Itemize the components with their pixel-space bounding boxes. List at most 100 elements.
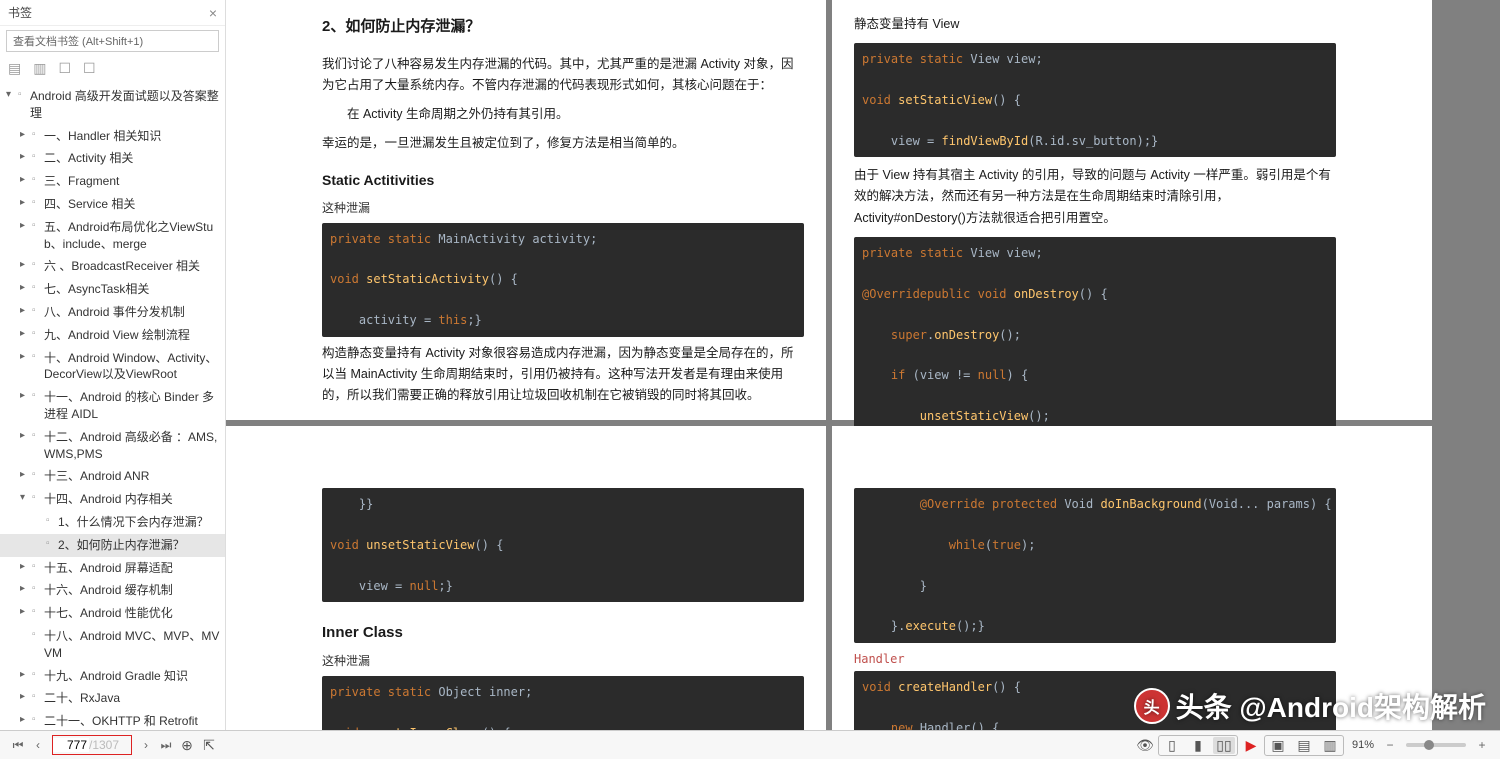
view-icon[interactable]: ▤	[8, 60, 21, 77]
bookmark-item[interactable]: ▸▫十二、Android 高级必备 ：AMS,WMS,PMS	[0, 426, 225, 466]
bookmark-item[interactable]: ▸▫九、Android View 绘制流程	[0, 324, 225, 347]
bookmark-item[interactable]: ▸▫三、Fragment	[0, 170, 225, 193]
bookmarks-sidebar: 书签 × ▤ ▥ ☐ ☐ ▾▫Android 高级开发面试题以及答案整理▸▫一、…	[0, 0, 226, 730]
bookmark-label: 二十、RxJava	[44, 690, 221, 707]
bookmark-tree: ▾▫Android 高级开发面试题以及答案整理▸▫一、Handler 相关知识▸…	[0, 83, 225, 730]
export-icon[interactable]: ⇱	[198, 737, 220, 754]
page-icon: ▫	[32, 491, 42, 505]
expand-icon[interactable]: ▸	[20, 173, 32, 187]
bookmark-label: 十四、Android 内存相关	[44, 491, 221, 508]
expand-icon[interactable]: ▸	[20, 429, 32, 443]
bookmark-item[interactable]: ▸▫十三、Android ANR	[0, 465, 225, 488]
label: Handler	[854, 649, 1336, 669]
bookmark-item[interactable]: ▸▫一、Handler 相关知识	[0, 125, 225, 148]
bookmark-item[interactable]: ▫十八、Android MVC、MVP、MVVM	[0, 625, 225, 665]
code-block: private static View view; @Overridepubli…	[854, 237, 1336, 433]
bookmark-item[interactable]: ▸▫二十、RxJava	[0, 687, 225, 710]
bookmark-item[interactable]: ▸▫五、Android布局优化之ViewStub、include、merge	[0, 216, 225, 256]
zoom-in-button[interactable]: +	[1472, 738, 1492, 752]
status-bar: ⏮ ‹ /1307 › ⏭ ⊕ ⇱ 👁 ▯ ▮ ▯▯ ▶ ▣ ▤ ▥ 91% −…	[0, 730, 1500, 759]
view-icon-2[interactable]: ▥	[33, 60, 46, 77]
layout-icon-1[interactable]: ▣	[1267, 737, 1289, 754]
expand-icon[interactable]: ▸	[20, 350, 32, 364]
expand-icon[interactable]: ▸	[20, 560, 32, 574]
code-block: private static Object inner; void create…	[322, 676, 804, 730]
bookmark-item[interactable]: ▸▫四、Service 相关	[0, 193, 225, 216]
expand-icon[interactable]: ▸	[20, 389, 32, 403]
layout-icon-2[interactable]: ▤	[1293, 737, 1315, 754]
last-page-button[interactable]: ⏭	[156, 738, 176, 753]
bookmark-search-input[interactable]	[6, 30, 219, 52]
close-icon[interactable]: ×	[209, 5, 217, 21]
expand-icon[interactable]: ▸	[20, 690, 32, 704]
expand-icon[interactable]: ▸	[20, 582, 32, 596]
bookmark-item[interactable]: ▸▫十六、Android 缓存机制	[0, 579, 225, 602]
expand-icon[interactable]: ▸	[20, 281, 32, 295]
paragraph: 幸运的是，一旦泄漏发生且被定位到了，修复方法是相当简单的。	[322, 133, 804, 154]
zoom-slider[interactable]	[1406, 743, 1466, 747]
single-page-icon[interactable]: ▯	[1161, 737, 1183, 754]
layout-icon-3[interactable]: ▥	[1319, 737, 1341, 754]
first-page-button[interactable]: ⏮	[8, 738, 28, 753]
page-icon: ▫	[32, 560, 42, 574]
document-viewport[interactable]: 2、如何防止内存泄漏？ 我们讨论了八种容易发生内存泄漏的代码。其中，尤其严重的是…	[226, 0, 1500, 730]
page-icon: ▫	[32, 304, 42, 318]
continuous-icon[interactable]: ▮	[1187, 737, 1209, 754]
bookmark-item[interactable]: ▫1、什么情况下会内存泄漏？	[0, 511, 225, 534]
zoom-level: 91%	[1352, 739, 1374, 751]
bookmark-label: 十六、Android 缓存机制	[44, 582, 221, 599]
expand-icon[interactable]: ▸	[20, 304, 32, 318]
bookmark-item[interactable]: ▸▫十、Android Window、Activity、DecorView以及V…	[0, 347, 225, 387]
bookmark-item[interactable]: ▸▫十五、Android 屏幕适配	[0, 557, 225, 580]
page-number-input[interactable]	[53, 738, 89, 752]
bookmark-item[interactable]: ▸▫十一、Android 的核心 Binder 多进程 AIDL	[0, 386, 225, 426]
page-icon: ▫	[32, 690, 42, 704]
bookmark-label: 八、Android 事件分发机制	[44, 304, 221, 321]
expand-icon[interactable]: ▸	[20, 128, 32, 142]
bookmark-item[interactable]: ▾▫十四、Android 内存相关	[0, 488, 225, 511]
bookmark-label: 五、Android布局优化之ViewStub、include、merge	[44, 219, 221, 253]
expand-icon[interactable]: ▸	[20, 468, 32, 482]
expand-icon[interactable]: ▸	[20, 258, 32, 272]
bookmark-label: 十八、Android MVC、MVP、MVVM	[44, 628, 221, 662]
expand-icon[interactable]: ▾	[6, 88, 18, 102]
expand-icon[interactable]: ▸	[20, 219, 32, 233]
page: }} void unsetStaticView() { view = null;…	[226, 426, 826, 730]
next-page-button[interactable]: ›	[136, 738, 156, 752]
page-icon: ▫	[46, 537, 56, 551]
page-icon: ▫	[32, 219, 42, 233]
bookmark-item[interactable]: ▸▫十七、Android 性能优化	[0, 602, 225, 625]
expand-icon[interactable]: ▸	[20, 605, 32, 619]
bookmark-item[interactable]: ▸▫八、Android 事件分发机制	[0, 301, 225, 324]
page-icon: ▫	[32, 605, 42, 619]
bookmark-item[interactable]: ▫2、如何防止内存泄漏？	[0, 534, 225, 557]
bookmark-icon-2[interactable]: ☐	[83, 60, 96, 77]
expand-icon[interactable]: ▸	[20, 327, 32, 341]
expand-icon[interactable]: ▸	[20, 196, 32, 210]
expand-icon[interactable]: ▸	[20, 668, 32, 682]
bookmark-label: 十一、Android 的核心 Binder 多进程 AIDL	[44, 389, 221, 423]
bookmark-item[interactable]: ▾▫Android 高级开发面试题以及答案整理	[0, 85, 225, 125]
page-icon: ▫	[32, 173, 42, 187]
bookmark-item[interactable]: ▸▫十九、Android Gradle 知识	[0, 665, 225, 688]
two-page-icon[interactable]: ▯▯	[1213, 737, 1235, 754]
play-icon[interactable]: ▶	[1240, 737, 1262, 754]
zoom-out-button[interactable]: −	[1380, 738, 1400, 752]
bookmark-icon[interactable]: ☐	[58, 60, 71, 77]
bookmark-item[interactable]: ▸▫六 、BroadcastReceiver 相关	[0, 255, 225, 278]
bookmark-item[interactable]: ▸▫二、Activity 相关	[0, 147, 225, 170]
add-bookmark-icon[interactable]: ⊕	[176, 737, 198, 754]
bookmark-item[interactable]: ▸▫二十一、OKHTTP 和 Retrofit	[0, 710, 225, 730]
prev-page-button[interactable]: ‹	[28, 738, 48, 752]
eye-icon[interactable]: 👁	[1134, 737, 1156, 754]
code-block: @Override protected Void doInBackground(…	[854, 488, 1336, 643]
expand-icon[interactable]: ▸	[20, 713, 32, 727]
paragraph: 我们讨论了八种容易发生内存泄漏的代码。其中，尤其严重的是泄漏 Activity …	[322, 54, 804, 97]
expand-icon[interactable]: ▾	[20, 491, 32, 505]
bookmark-label: 七、AsyncTask相关	[44, 281, 221, 298]
bookmark-item[interactable]: ▸▫七、AsyncTask相关	[0, 278, 225, 301]
bookmark-label: 六 、BroadcastReceiver 相关	[44, 258, 221, 275]
page-icon: ▫	[32, 628, 42, 642]
subheading: Inner Class	[322, 620, 804, 646]
expand-icon[interactable]: ▸	[20, 150, 32, 164]
